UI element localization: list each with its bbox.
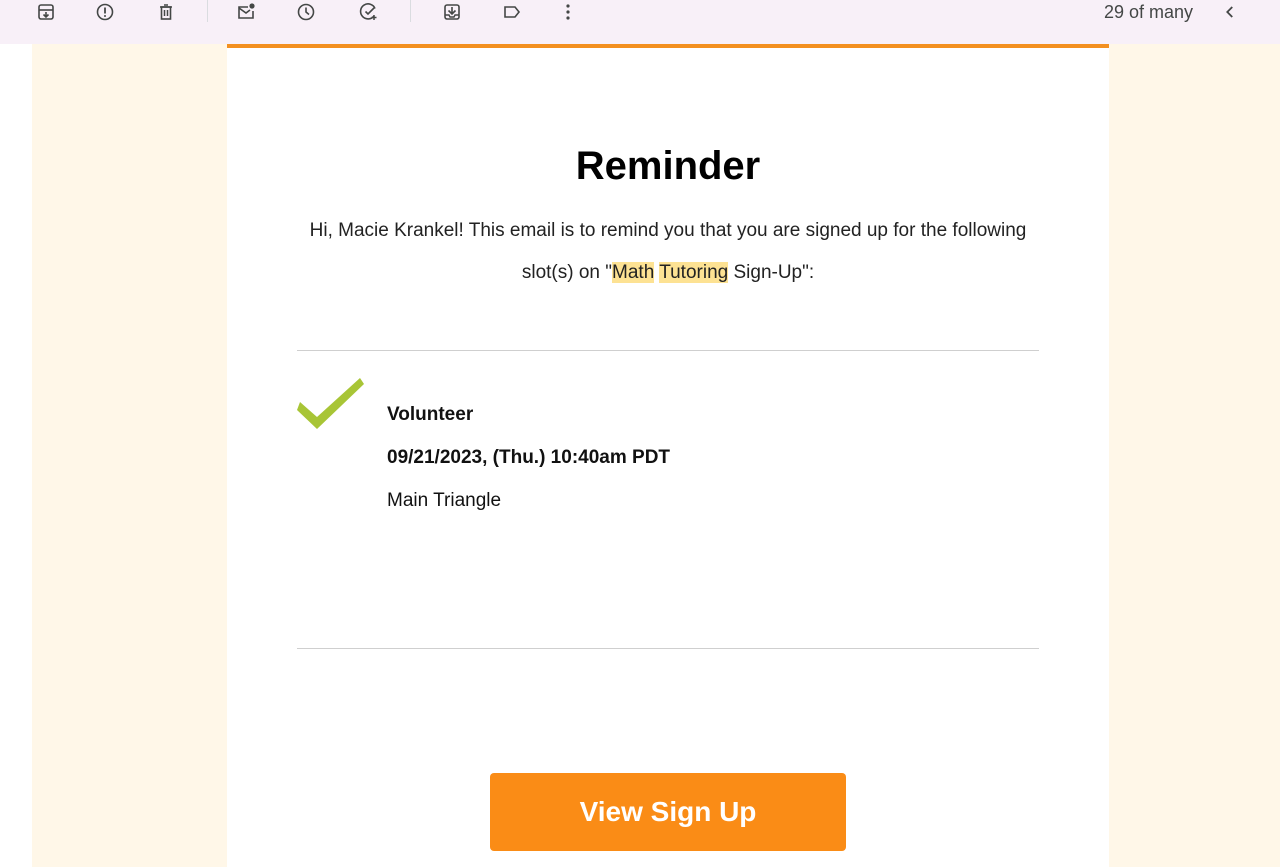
search-highlight: Math (612, 262, 655, 283)
mark-unread-icon (238, 3, 255, 19)
email-title: Reminder (575, 144, 761, 188)
report-spam-button[interactable] (89, 0, 121, 24)
email-card: Reminder Hi, Macie Krankel! This email i… (227, 44, 1109, 867)
label-icon (504, 6, 521, 18)
checkmark-icon (297, 378, 364, 429)
pager-count: 29 of many (1103, 2, 1193, 22)
chevron-left-icon (1226, 6, 1233, 18)
slot-location: Main Triangle (387, 490, 502, 511)
toolbar-divider (207, 0, 208, 22)
newer-button[interactable] (1216, 0, 1244, 24)
view-sign-up-button[interactable]: View Sign Up (490, 773, 846, 851)
add-task-button[interactable] (353, 0, 385, 24)
label-button[interactable] (496, 0, 528, 24)
divider-bottom (297, 648, 1039, 649)
snooze-button[interactable] (290, 0, 322, 24)
mark-unread-button[interactable] (230, 0, 262, 24)
archive-icon (38, 4, 54, 20)
more-vert-icon (566, 4, 570, 20)
report-spam-icon (96, 3, 114, 21)
move-to-icon (444, 4, 460, 20)
move-to-button[interactable] (436, 0, 468, 24)
more-options-button[interactable] (552, 0, 584, 24)
slot-role: Volunteer (387, 404, 474, 425)
email-toolbar: 29 of many (0, 0, 1280, 44)
snooze-icon (297, 3, 315, 21)
delete-icon (160, 4, 172, 20)
toolbar-divider (410, 0, 411, 22)
delete-button[interactable] (150, 0, 182, 24)
archive-button[interactable] (30, 0, 62, 24)
slot-datetime: 09/21/2023, (Thu.) 10:40am PDT (387, 447, 671, 468)
divider-top (297, 350, 1039, 351)
intro-text-end: Sign-Up": (728, 262, 815, 283)
search-highlight: Tutoring (659, 262, 729, 283)
add-task-icon (359, 3, 377, 20)
email-intro: Hi, Macie Krankel! This email is to remi… (287, 210, 1049, 294)
